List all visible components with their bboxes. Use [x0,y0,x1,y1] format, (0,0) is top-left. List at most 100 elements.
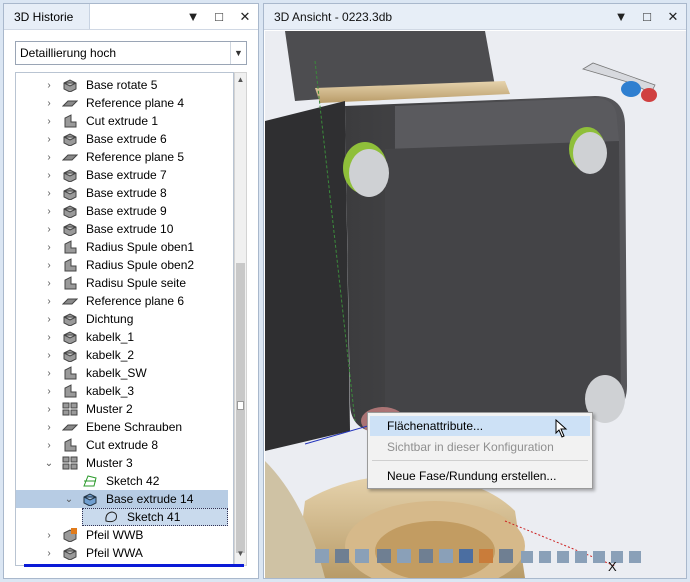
tree-item-label: kabelk_2 [86,348,135,362]
tree-item-label: Reference plane 6 [86,294,185,308]
chevron-icon[interactable]: › [44,350,54,361]
maximize-icon[interactable]: □ [206,9,232,24]
tree-item-label: Base extrude 9 [86,204,167,218]
tree-item-base-extrude-10[interactable]: › Base extrude 10 [16,220,175,238]
tree-item-kabelk-1[interactable]: › kabelk_1 [16,328,136,346]
chevron-icon[interactable]: › [44,98,54,109]
tree-item-base-rotate-5[interactable]: › Base rotate 5 [16,76,159,94]
tree-item-cut-extrude-1[interactable]: › Cut extrude 1 [16,112,160,130]
chevron-icon[interactable]: › [44,422,54,433]
tree-item-reference-plane-5[interactable]: › Reference plane 5 [16,148,186,166]
chevron-icon[interactable]: › [44,368,54,379]
chevron-icon[interactable]: › [44,314,54,325]
tree-scrollbar[interactable]: ▲ ▼ [234,72,247,566]
chevron-icon[interactable]: › [44,296,54,307]
scroll-position-marker [237,401,244,410]
scroll-down-icon[interactable]: ▼ [235,549,246,563]
dropdown-menu-icon[interactable]: ▼ [608,9,634,24]
plane-feature-icon [61,96,79,110]
cut-feature-icon [62,384,78,398]
chevron-icon[interactable]: › [44,206,54,217]
cut-feature-icon [62,438,78,452]
chevron-icon[interactable]: › [44,404,54,415]
tree-item-label: Ebene Schrauben [86,420,183,434]
chevron-icon[interactable]: › [44,242,54,253]
tree-item-kabelk-2[interactable]: › kabelk_2 [16,346,136,364]
history-tree[interactable]: › Base rotate 5 › Reference plane 4 › Cut ext… [15,72,234,566]
tree-item-cut-extrude-8[interactable]: › Cut extrude 8 [16,436,160,454]
tree-item-radisu-spule-seite[interactable]: › Radisu Spule seite [16,274,188,292]
menu-item-visible-in-config[interactable]: Sichtbar in dieser Konfiguration [370,437,590,457]
chevron-icon[interactable]: › [44,116,54,127]
detail-level-select[interactable]: Detaillierung hoch ▼ [15,41,247,65]
tree-item-sketch-41[interactable]: Sketch 41 [82,508,228,526]
chevron-icon[interactable]: › [44,332,54,343]
chevron-icon[interactable]: ⌄ [44,458,54,469]
solid-feature-icon [62,168,78,183]
tree-item-base-extrude-7[interactable]: › Base extrude 7 [16,166,169,184]
tree-item-base-extrude-14[interactable]: ⌄ Base extrude 14 [16,490,228,508]
tree-item-reference-plane-4[interactable]: › Reference plane 4 [16,94,186,112]
chevron-icon[interactable]: ⌄ [64,494,74,505]
detail-level-value: Detaillierung hoch [20,46,117,60]
tree-item-base-extrude-8[interactable]: › Base extrude 8 [16,184,169,202]
3d-viewport[interactable]: X [265,31,686,578]
scroll-up-icon[interactable]: ▲ [235,75,246,89]
menu-item-new-chamfer-fillet[interactable]: Neue Fase/Rundung erstellen... [370,466,590,486]
tree-item-reference-plane-6[interactable]: › Reference plane 6 [16,292,186,310]
pattern-feature-icon [62,402,78,416]
tree-item-label: Base extrude 7 [86,168,167,182]
maximize-icon[interactable]: □ [634,9,660,24]
chevron-down-icon[interactable]: ▼ [230,42,246,64]
chevron-icon[interactable]: › [44,188,54,199]
chevron-icon[interactable]: › [44,170,54,181]
tree-item-base-extrude-6[interactable]: › Base extrude 6 [16,130,169,148]
tree-item-label: Muster 3 [86,456,133,470]
chevron-icon[interactable]: › [44,530,54,541]
sketch-feature-icon [82,474,98,488]
cut-feature-icon [62,114,78,128]
solid-blue-feature-icon [82,492,98,507]
chevron-icon[interactable]: › [44,152,54,163]
menu-item-label: Sichtbar in dieser Konfiguration [387,440,554,454]
tree-item-label: Cut extrude 8 [86,438,159,452]
tree-item-kabelk-sw[interactable]: › kabelk_SW [16,364,149,382]
tree-item-pfeil-wwb[interactable]: › Pfeil WWB [16,526,145,544]
plane-feature-icon [61,294,79,308]
tree-item-ebene-schrauben[interactable]: › Ebene Schrauben [16,418,184,436]
view-panel-titlebar: 3D Ansicht - 0223.3db ▼ □ ✕ [264,4,686,30]
menu-item-label: Flächenattribute... [387,419,484,433]
chevron-icon[interactable]: › [44,80,54,91]
chevron-icon[interactable]: › [44,134,54,145]
tree-item-muster-2[interactable]: › Muster 2 [16,400,135,418]
cut-feature-icon [62,366,78,380]
tree-item-dichtung[interactable]: › Dichtung [16,310,135,328]
dropdown-menu-icon[interactable]: ▼ [180,9,206,24]
chevron-icon[interactable]: › [44,548,54,559]
solid-feature-icon [62,186,78,201]
3d-model-render: X [265,31,657,578]
chevron-icon[interactable]: › [44,278,54,289]
tree-item-base-extrude-9[interactable]: › Base extrude 9 [16,202,169,220]
plane-feature-icon [61,150,79,164]
solid-feature-icon [62,330,78,345]
tree-item-pfeil-wwa[interactable]: › Pfeil WWA [16,544,145,562]
tree-item-label: kabelk_SW [86,366,147,380]
chevron-icon[interactable]: › [44,386,54,397]
tree-item-kabelk-3[interactable]: › kabelk_3 [16,382,136,400]
tree-item-label: Reference plane 4 [86,96,185,110]
chevron-icon[interactable]: › [44,260,54,271]
chevron-icon[interactable]: › [44,440,54,451]
tree-item-radius-spule-oben1[interactable]: › Radius Spule oben1 [16,238,196,256]
close-icon[interactable]: ✕ [660,9,686,25]
tree-item-label: Radisu Spule seite [86,276,187,290]
chevron-icon[interactable]: › [44,224,54,235]
history-panel-tab[interactable]: 3D Historie [4,4,90,29]
tree-item-label: Base extrude 6 [86,132,167,146]
tree-item-sketch-42[interactable]: Sketch 42 [16,472,161,490]
close-icon[interactable]: ✕ [232,9,258,25]
history-panel: 3D Historie ▼ □ ✕ Detaillierung hoch ▼ ›… [3,3,259,579]
tree-item-radius-spule-oben2[interactable]: › Radius Spule oben2 [16,256,196,274]
tree-item-muster-3[interactable]: ⌄ Muster 3 [16,454,135,472]
cut-feature-icon [62,240,78,254]
